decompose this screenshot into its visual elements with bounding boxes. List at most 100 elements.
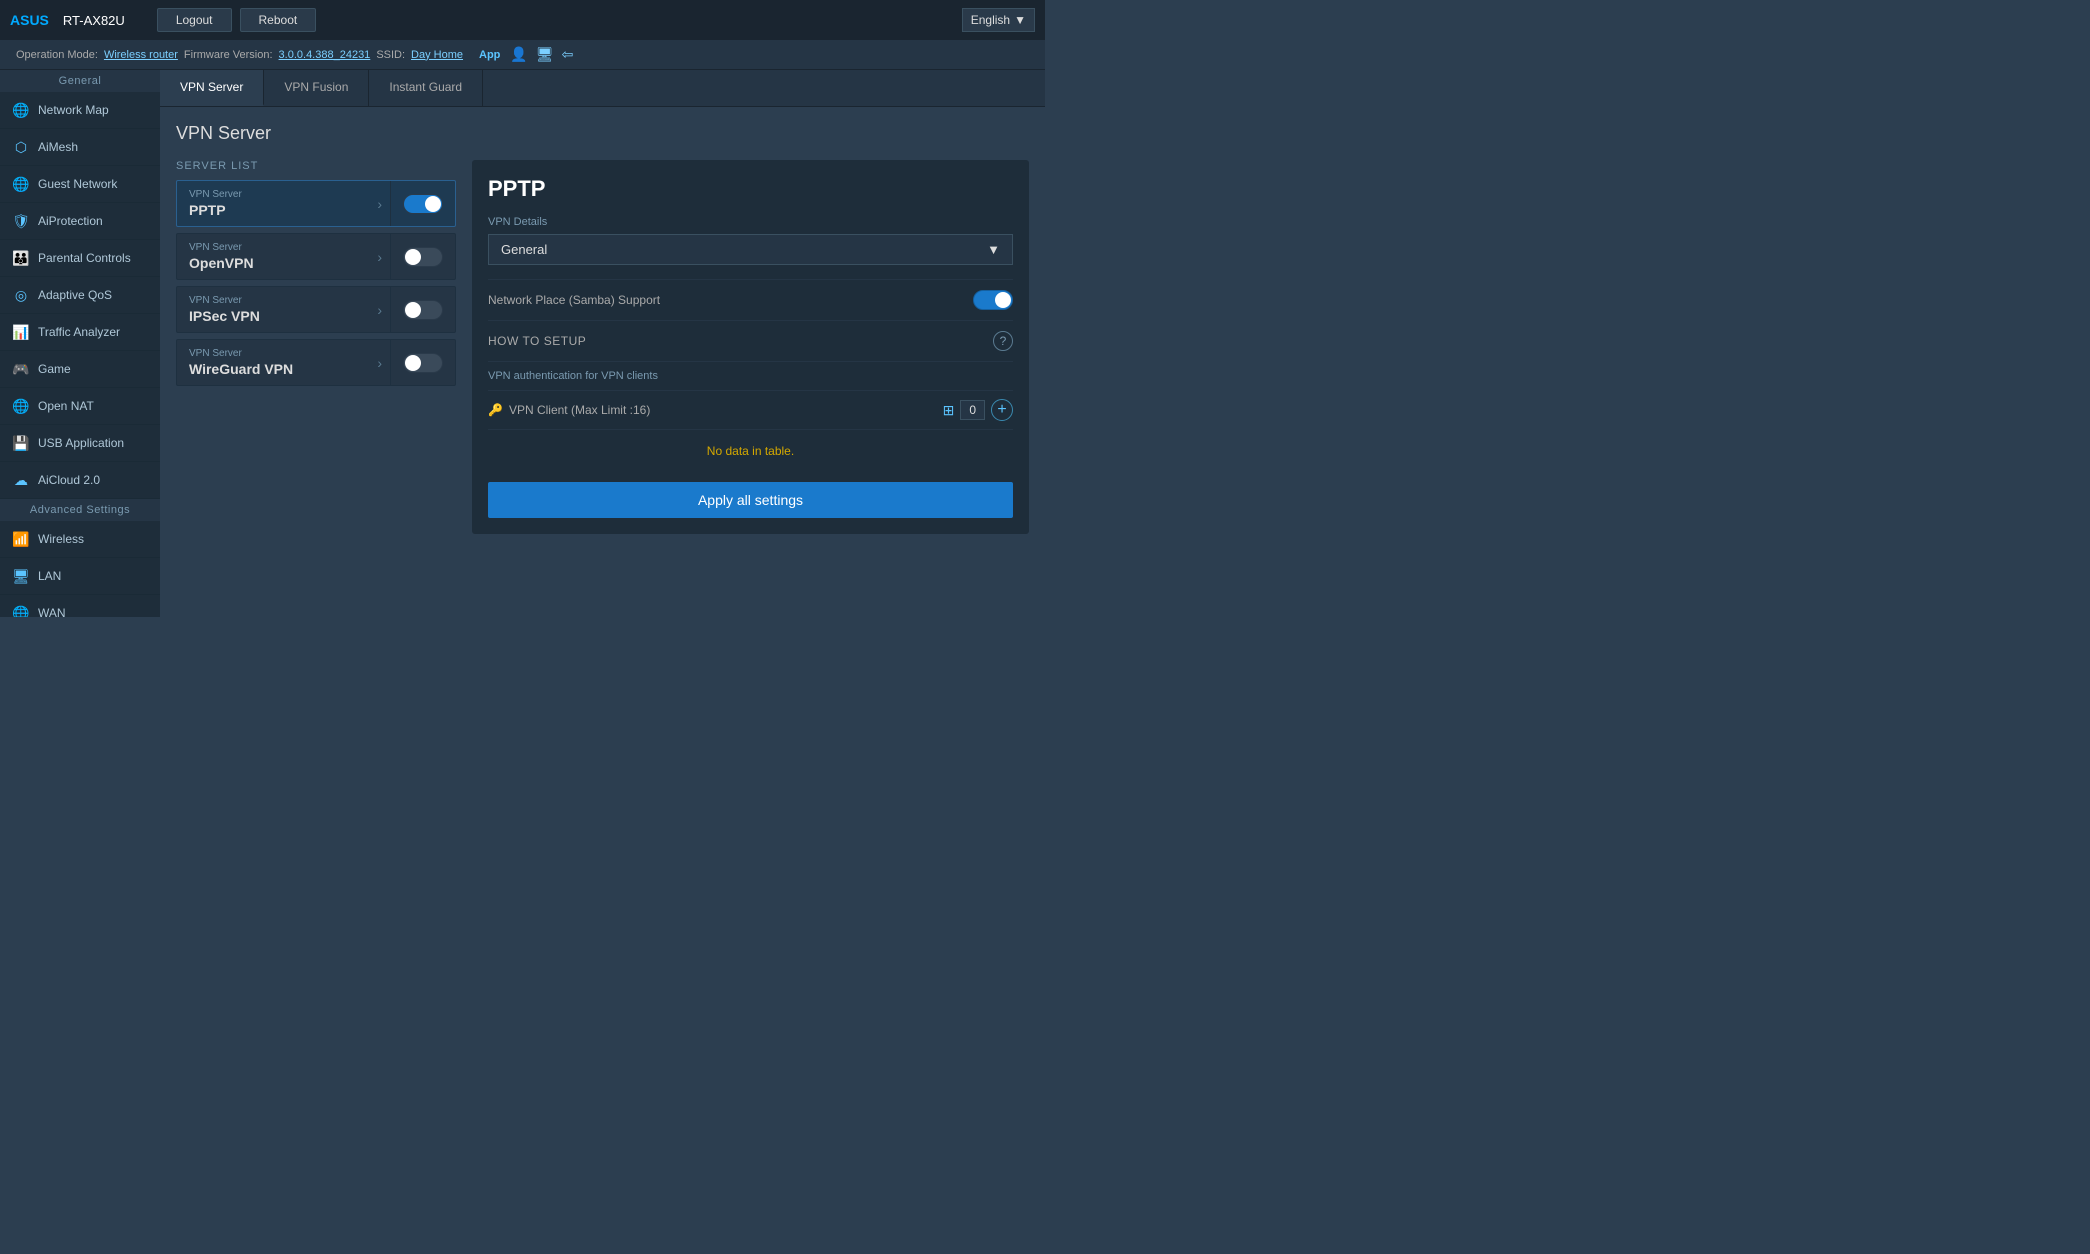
operation-mode-value[interactable]: Wireless router xyxy=(104,49,178,61)
firmware-label: Firmware Version: xyxy=(184,49,273,61)
openvpn-sub: VPN Server xyxy=(189,242,357,253)
vpn-server-item-openvpn[interactable]: VPN Server OpenVPN › xyxy=(176,233,456,280)
sidebar-item-lan[interactable]: 🖥 LAN xyxy=(0,558,160,595)
firmware-value[interactable]: 3.0.0.4.388_24231 xyxy=(279,49,371,61)
reboot-button[interactable]: Reboot xyxy=(240,8,317,32)
how-to-label: HOW TO SETUP xyxy=(488,334,586,348)
usb-icon[interactable]: ⇦ xyxy=(562,46,574,63)
vpn-server-item-ipsec[interactable]: VPN Server IPSec VPN › xyxy=(176,286,456,333)
info-icons: 👤 🖥 ⇦ xyxy=(510,46,573,63)
sidebar-item-traffic-analyzer[interactable]: 📊 Traffic Analyzer xyxy=(0,314,160,351)
sidebar-item-open-nat[interactable]: 🌐 Open NAT xyxy=(0,388,160,425)
key-icon: 🔑 xyxy=(488,403,503,417)
ipsec-toggle[interactable] xyxy=(403,300,443,320)
details-title: PPTP xyxy=(488,176,1013,202)
chevron-down-icon: ▼ xyxy=(1014,13,1026,27)
sidebar-item-label-usb-application: USB Application xyxy=(38,436,124,450)
no-data-text: No data in table. xyxy=(488,429,1013,472)
game-icon: 🎮 xyxy=(12,360,30,378)
pptp-toggle[interactable] xyxy=(403,194,443,214)
sidebar-item-aimesh[interactable]: ⬡ AiMesh xyxy=(0,129,160,166)
network-place-toggle[interactable] xyxy=(973,290,1013,310)
sidebar-item-aicloud[interactable]: ☁ AiCloud 2.0 xyxy=(0,462,160,499)
vpn-layout: SERVER LIST VPN Server PPTP › xyxy=(176,160,1029,534)
sidebar-item-network-map[interactable]: 🌐 Network Map xyxy=(0,92,160,129)
openvpn-toggle[interactable] xyxy=(403,247,443,267)
sidebar-item-game[interactable]: 🎮 Game xyxy=(0,351,160,388)
network-map-icon: 🌐 xyxy=(12,101,30,119)
ipsec-arrow-icon: › xyxy=(369,287,391,332)
vpn-server-item-pptp[interactable]: VPN Server PPTP › xyxy=(176,180,456,227)
add-vpn-client-button[interactable]: + xyxy=(991,399,1013,421)
sidebar-item-label-traffic-analyzer: Traffic Analyzer xyxy=(38,325,120,339)
vpn-auth-text: VPN authentication for VPN clients xyxy=(488,361,1013,390)
lan-icon: 🖥 xyxy=(12,567,30,585)
main-layout: General 🌐 Network Map ⬡ AiMesh 🌐 Guest N… xyxy=(0,70,1045,617)
language-selector[interactable]: English ▼ xyxy=(962,8,1035,32)
logout-button[interactable]: Logout xyxy=(157,8,232,32)
wireguard-name: WireGuard VPN xyxy=(189,361,357,377)
openvpn-name: OpenVPN xyxy=(189,255,357,271)
aiprotection-icon: 🛡 xyxy=(12,212,30,230)
sidebar-item-label-aicloud: AiCloud 2.0 xyxy=(38,473,100,487)
sidebar-item-label-aiprotection: AiProtection xyxy=(38,214,103,228)
guest-network-icon: 🌐 xyxy=(12,175,30,193)
vpn-server-info-ipsec: VPN Server IPSec VPN xyxy=(177,287,369,332)
wireguard-sub: VPN Server xyxy=(189,348,357,359)
monitor-icon[interactable]: 🖥 xyxy=(536,46,554,63)
user-icon[interactable]: 👤 xyxy=(510,46,527,63)
sidebar-item-usb-application[interactable]: 💾 USB Application xyxy=(0,425,160,462)
sidebar-item-label-network-map: Network Map xyxy=(38,103,109,117)
vpn-client-label: 🔑 VPN Client (Max Limit :16) xyxy=(488,403,650,417)
wireguard-toggle[interactable] xyxy=(403,353,443,373)
network-place-label: Network Place (Samba) Support xyxy=(488,293,660,307)
apply-all-settings-button[interactable]: Apply all settings xyxy=(488,482,1013,518)
tab-vpn-server[interactable]: VPN Server xyxy=(160,70,264,106)
tab-instant-guard[interactable]: Instant Guard xyxy=(369,70,483,106)
wan-icon: 🌐 xyxy=(12,604,30,617)
ipsec-sub: VPN Server xyxy=(189,295,357,306)
vpn-client-row: 🔑 VPN Client (Max Limit :16) ⊞ 0 + xyxy=(488,390,1013,429)
openvpn-toggle-area xyxy=(391,247,455,267)
sidebar-item-label-adaptive-qos: Adaptive QoS xyxy=(38,288,112,302)
sidebar-item-label-game: Game xyxy=(38,362,71,376)
vpn-client-monitor-icon[interactable]: ⊞ xyxy=(943,402,955,419)
pptp-sub: VPN Server xyxy=(189,189,357,200)
content-area: VPN Server VPN Fusion Instant Guard VPN … xyxy=(160,70,1045,617)
brand-logo: ASUS xyxy=(10,12,49,28)
sidebar-item-parental-controls[interactable]: 👪 Parental Controls xyxy=(0,240,160,277)
how-to-setup-row: HOW TO SETUP ? xyxy=(488,320,1013,361)
vpn-server-item-wireguard[interactable]: VPN Server WireGuard VPN › xyxy=(176,339,456,386)
sidebar-item-wireless[interactable]: 📶 Wireless xyxy=(0,521,160,558)
vpn-server-info-openvpn: VPN Server OpenVPN xyxy=(177,234,369,279)
sidebar-item-label-open-nat: Open NAT xyxy=(38,399,94,413)
pptp-arrow-icon: › xyxy=(369,181,391,226)
tab-vpn-fusion[interactable]: VPN Fusion xyxy=(264,70,369,106)
app-label: App xyxy=(479,49,500,61)
server-list-label: SERVER LIST xyxy=(176,160,456,172)
brand-name: ASUS xyxy=(10,12,49,28)
advanced-section-label: Advanced Settings xyxy=(0,499,160,521)
vpn-details-dropdown[interactable]: General ▼ xyxy=(488,234,1013,265)
open-nat-icon: 🌐 xyxy=(12,397,30,415)
sidebar-item-label-aimesh: AiMesh xyxy=(38,140,78,154)
wireless-icon: 📶 xyxy=(12,530,30,548)
tab-bar: VPN Server VPN Fusion Instant Guard xyxy=(160,70,1045,107)
sidebar: General 🌐 Network Map ⬡ AiMesh 🌐 Guest N… xyxy=(0,70,160,617)
ssid-value[interactable]: Day Home xyxy=(411,49,463,61)
sidebar-item-adaptive-qos[interactable]: ◎ Adaptive QoS xyxy=(0,277,160,314)
sidebar-item-label-lan: LAN xyxy=(38,569,61,583)
page-content: VPN Server SERVER LIST VPN Server PPTP › xyxy=(160,107,1045,550)
usb-application-icon: 💾 xyxy=(12,434,30,452)
language-label: English xyxy=(971,13,1010,27)
sidebar-item-label-guest-network: Guest Network xyxy=(38,177,117,191)
vpn-details-label: VPN Details xyxy=(488,216,1013,228)
general-section-label: General xyxy=(0,70,160,92)
how-to-setup-help-icon[interactable]: ? xyxy=(993,331,1013,351)
wireguard-toggle-area xyxy=(391,353,455,373)
sidebar-item-guest-network[interactable]: 🌐 Guest Network xyxy=(0,166,160,203)
pptp-toggle-area xyxy=(391,194,455,214)
sidebar-item-wan[interactable]: 🌐 WAN xyxy=(0,595,160,617)
page-title: VPN Server xyxy=(176,123,1029,144)
sidebar-item-aiprotection[interactable]: 🛡 AiProtection xyxy=(0,203,160,240)
